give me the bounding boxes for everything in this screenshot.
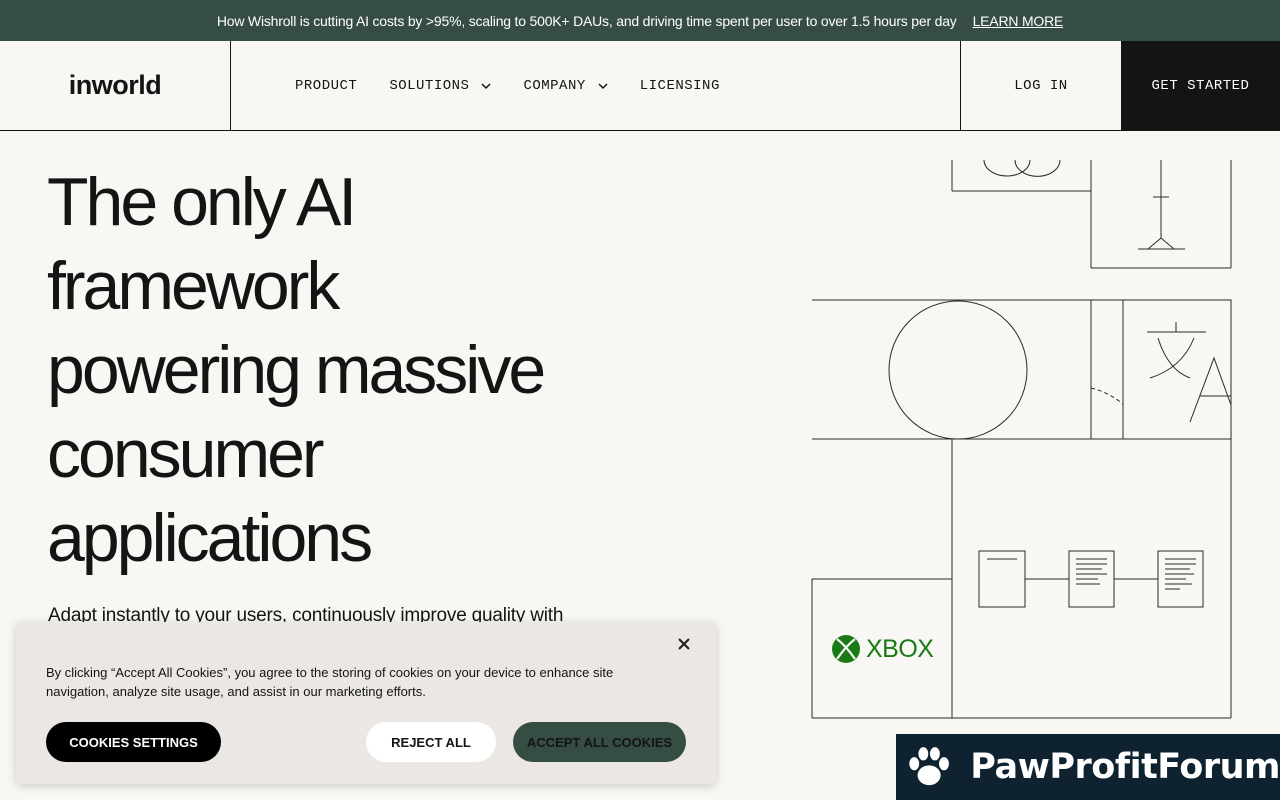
nav-solutions[interactable]: SOLUTIONS (389, 78, 491, 94)
announcement-message: How Wishroll is cutting AI costs by >95%… (216, 12, 957, 29)
nav-product-label: PRODUCT (295, 77, 358, 94)
learn-more-link[interactable]: LEARN MORE (973, 13, 1064, 29)
hero-title-line: The only AI (47, 164, 357, 240)
nav-company-label: COMPANY (523, 77, 586, 94)
reject-all-button[interactable]: REJECT ALL (366, 722, 496, 762)
cookies-settings-button[interactable]: COOKIES SETTINGS (46, 722, 221, 762)
accept-all-cookies-button[interactable]: ACCEPT ALL COOKIES (513, 722, 686, 762)
cookie-text: By clicking “Accept All Cookies”, you ag… (46, 665, 614, 699)
cookie-banner: By clicking “Accept All Cookies”, you ag… (16, 622, 716, 784)
nav-company[interactable]: COMPANY (523, 77, 608, 94)
xbox-logo-text: XBOX (866, 635, 934, 663)
watermark-text: PawProfitForum (970, 747, 1280, 787)
logo-link[interactable]: inworld (0, 41, 231, 130)
site-header: inworld PRODUCT SOLUTIONS COMPANY LICENS… (0, 41, 1280, 131)
xbox-icon (832, 635, 860, 663)
main-nav: PRODUCT SOLUTIONS COMPANY LICENSING (295, 41, 752, 130)
nav-licensing-label: LICENSING (639, 77, 720, 94)
nav-licensing[interactable]: LICENSING (640, 78, 720, 94)
hero-title-line: applications (47, 500, 373, 576)
watermark: PawProfitForum (896, 734, 1280, 800)
login-button[interactable]: LOG IN (960, 41, 1121, 130)
close-button[interactable] (674, 634, 694, 654)
nav-product[interactable]: PRODUCT (295, 78, 357, 94)
hero-title-line: powering massive (47, 332, 546, 408)
login-label: LOG IN (1014, 77, 1068, 94)
get-started-button[interactable]: GET STARTED (1121, 41, 1280, 130)
paw-icon (909, 747, 949, 786)
hero-title-line: consumer (47, 416, 325, 492)
chevron-down-icon (481, 82, 491, 89)
close-icon (678, 638, 690, 650)
hero-title-line: framework (47, 248, 340, 324)
announcement-bar: How Wishroll is cutting AI costs by >95%… (0, 0, 1280, 41)
inworld-logo: inworld (68, 70, 162, 100)
chevron-down-icon (598, 82, 608, 89)
hero-title: The only AI framework powering massive c… (47, 160, 647, 580)
nav-solutions-label: SOLUTIONS (389, 77, 470, 94)
get-started-label: GET STARTED (1151, 77, 1250, 94)
